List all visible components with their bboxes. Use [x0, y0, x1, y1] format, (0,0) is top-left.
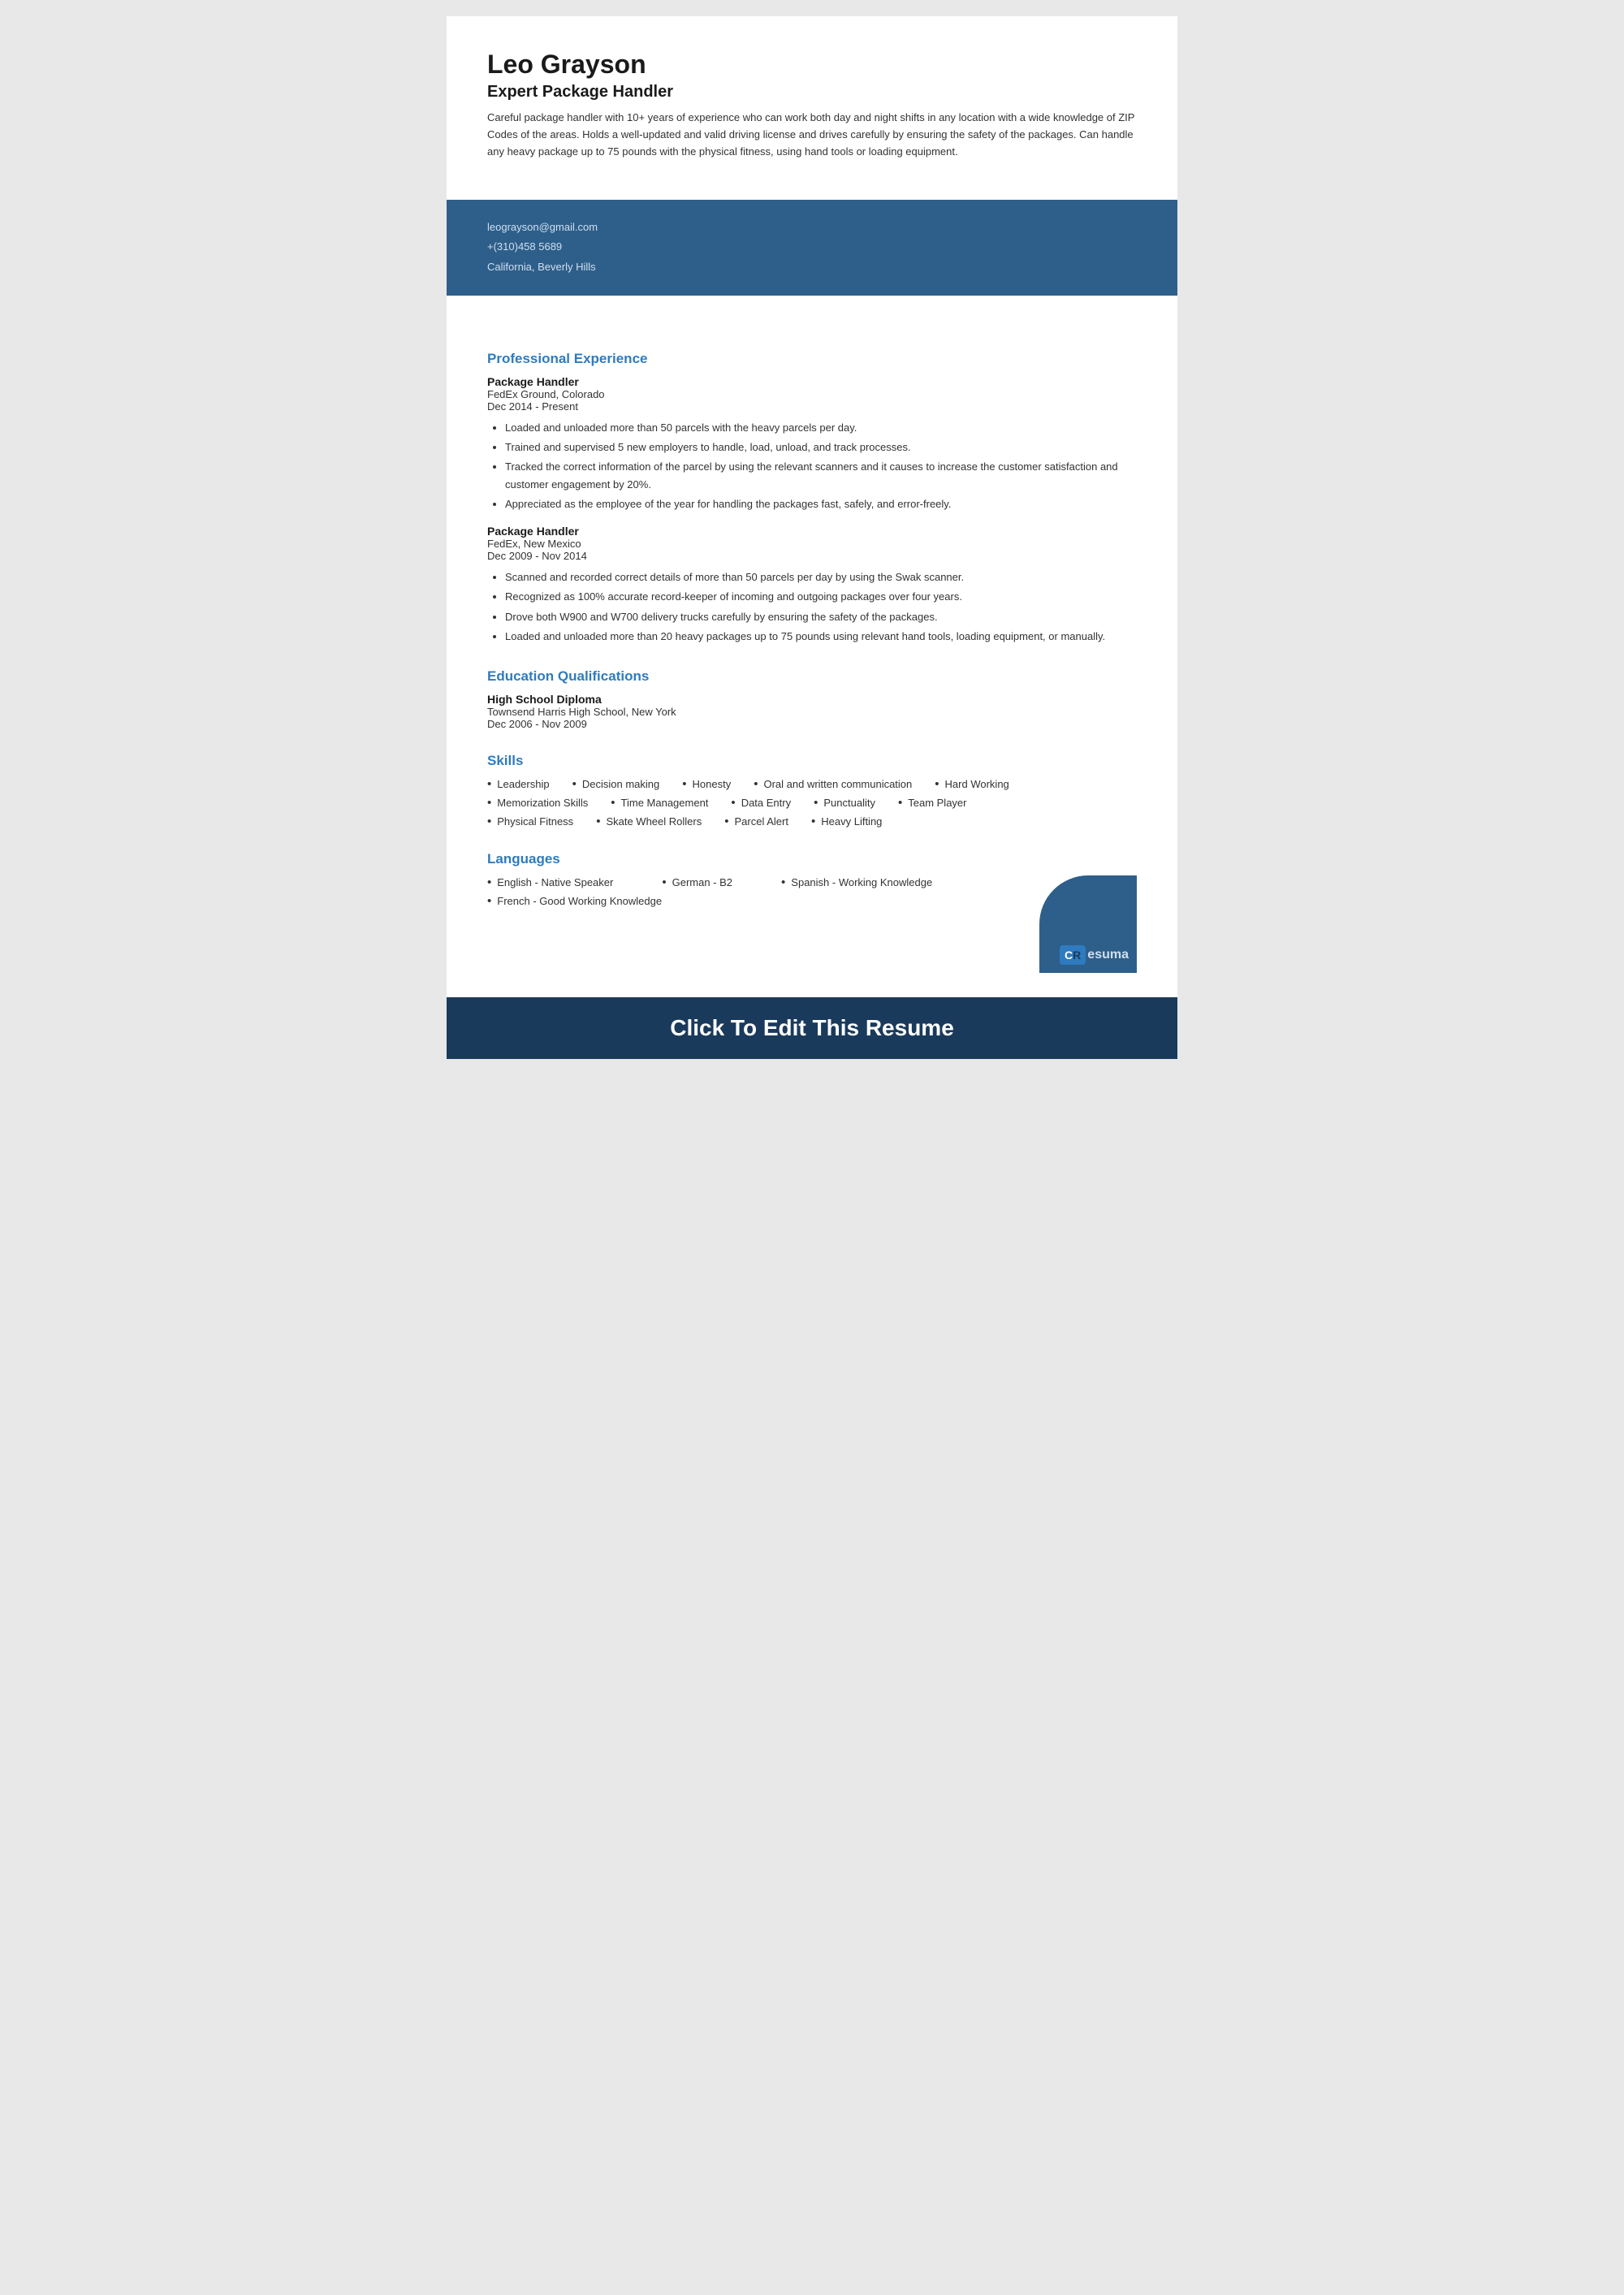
- resume-page: Leo Grayson Expert Package Handler Caref…: [447, 16, 1177, 1059]
- job-entry-1: Package Handler FedEx Ground, Colorado D…: [487, 375, 1137, 513]
- header-section: Leo Grayson Expert Package Handler Caref…: [487, 49, 1137, 161]
- cta-label: Click To Edit This Resume: [670, 1015, 954, 1040]
- skill-item: Leadership: [487, 777, 550, 791]
- skill-item: Physical Fitness: [487, 815, 573, 828]
- lang-item: German - B2: [662, 875, 732, 889]
- skills-grid: Leadership Decision making Honesty Oral …: [487, 777, 1137, 828]
- resume-main: Professional Experience Package Handler …: [447, 296, 1177, 997]
- lang-grid: English - Native Speaker German - B2 Spa…: [487, 875, 1137, 908]
- bullet-item: Tracked the correct information of the p…: [505, 458, 1137, 494]
- contact-phone: +(310)458 5689: [487, 237, 1137, 257]
- contact-bar: leograyson@gmail.com +(310)458 5689 Cali…: [447, 200, 1177, 296]
- lang-item: Spanish - Working Knowledge: [781, 875, 932, 889]
- bullet-item: Recognized as 100% accurate record-keepe…: [505, 588, 1137, 606]
- education-title: Education Qualifications: [487, 668, 1137, 685]
- skill-item: Punctuality: [814, 796, 875, 810]
- job-title-1: Package Handler: [487, 375, 1137, 388]
- bullet-item: Appreciated as the employee of the year …: [505, 495, 1137, 513]
- skill-item: Heavy Lifting: [811, 815, 882, 828]
- cta-bar[interactable]: Click To Edit This Resume: [447, 997, 1177, 1059]
- skill-item: Time Management: [611, 796, 708, 810]
- edu-entry-1: High School Diploma Townsend Harris High…: [487, 693, 1137, 730]
- lang-item: French - Good Working Knowledge: [487, 894, 662, 908]
- job-company-1: FedEx Ground, Colorado: [487, 388, 1137, 400]
- education-section: Education Qualifications High School Dip…: [487, 668, 1137, 730]
- candidate-title: Expert Package Handler: [487, 83, 1137, 102]
- bullet-item: Loaded and unloaded more than 50 parcels…: [505, 419, 1137, 437]
- skill-item: Hard Working: [935, 777, 1009, 791]
- skill-item: Team Player: [898, 796, 967, 810]
- lang-row-1: English - Native Speaker German - B2 Spa…: [487, 875, 1137, 889]
- experience-section: Professional Experience Package Handler …: [487, 351, 1137, 646]
- skills-row-2: Memorization Skills Time Management Data…: [487, 796, 1137, 810]
- job-company-2: FedEx, New Mexico: [487, 538, 1137, 550]
- cresuma-logo-icon: CR: [1060, 945, 1086, 965]
- job-bullets-2: Scanned and recorded correct details of …: [487, 568, 1137, 645]
- bullet-item: Drove both W900 and W700 delivery trucks…: [505, 608, 1137, 626]
- skills-row-3: Physical Fitness Skate Wheel Rollers Par…: [487, 815, 1137, 828]
- contact-email: leograyson@gmail.com: [487, 218, 1137, 238]
- summary-text: Careful package handler with 10+ years o…: [487, 110, 1137, 160]
- resume-content: Leo Grayson Expert Package Handler Caref…: [447, 16, 1177, 200]
- job-entry-2: Package Handler FedEx, New Mexico Dec 20…: [487, 525, 1137, 645]
- skills-row-1: Leadership Decision making Honesty Oral …: [487, 777, 1137, 791]
- skill-item: Oral and written communication: [754, 777, 912, 791]
- languages-title: Languages: [487, 851, 1137, 867]
- edu-degree: High School Diploma: [487, 693, 1137, 706]
- skills-section: Skills Leadership Decision making Honest…: [487, 753, 1137, 828]
- bullet-item: Scanned and recorded correct details of …: [505, 568, 1137, 586]
- edu-school: Townsend Harris High School, New York: [487, 706, 1137, 718]
- skills-title: Skills: [487, 753, 1137, 769]
- skill-item: Skate Wheel Rollers: [596, 815, 702, 828]
- skill-item: Data Entry: [731, 796, 791, 810]
- skill-item: Honesty: [682, 777, 731, 791]
- cresuma-brand-name: esuma: [1087, 948, 1129, 962]
- job-bullets-1: Loaded and unloaded more than 50 parcels…: [487, 419, 1137, 513]
- languages-section: Languages English - Native Speaker Germa…: [487, 851, 1137, 908]
- cresuma-badge: CR esuma: [1060, 945, 1129, 965]
- experience-title: Professional Experience: [487, 351, 1137, 367]
- edu-date: Dec 2006 - Nov 2009: [487, 718, 1137, 730]
- job-date-2: Dec 2009 - Nov 2014: [487, 550, 1137, 562]
- job-date-1: Dec 2014 - Present: [487, 400, 1137, 413]
- lang-item: English - Native Speaker: [487, 875, 613, 889]
- skill-item: Parcel Alert: [724, 815, 788, 828]
- candidate-name: Leo Grayson: [487, 49, 1137, 80]
- bullet-item: Trained and supervised 5 new employers t…: [505, 439, 1137, 456]
- bullet-item: Loaded and unloaded more than 20 heavy p…: [505, 628, 1137, 646]
- job-title-2: Package Handler: [487, 525, 1137, 538]
- lang-row-2: French - Good Working Knowledge: [487, 894, 1137, 908]
- contact-location: California, Beverly Hills: [487, 257, 1137, 278]
- skill-item: Memorization Skills: [487, 796, 588, 810]
- skill-item: Decision making: [572, 777, 660, 791]
